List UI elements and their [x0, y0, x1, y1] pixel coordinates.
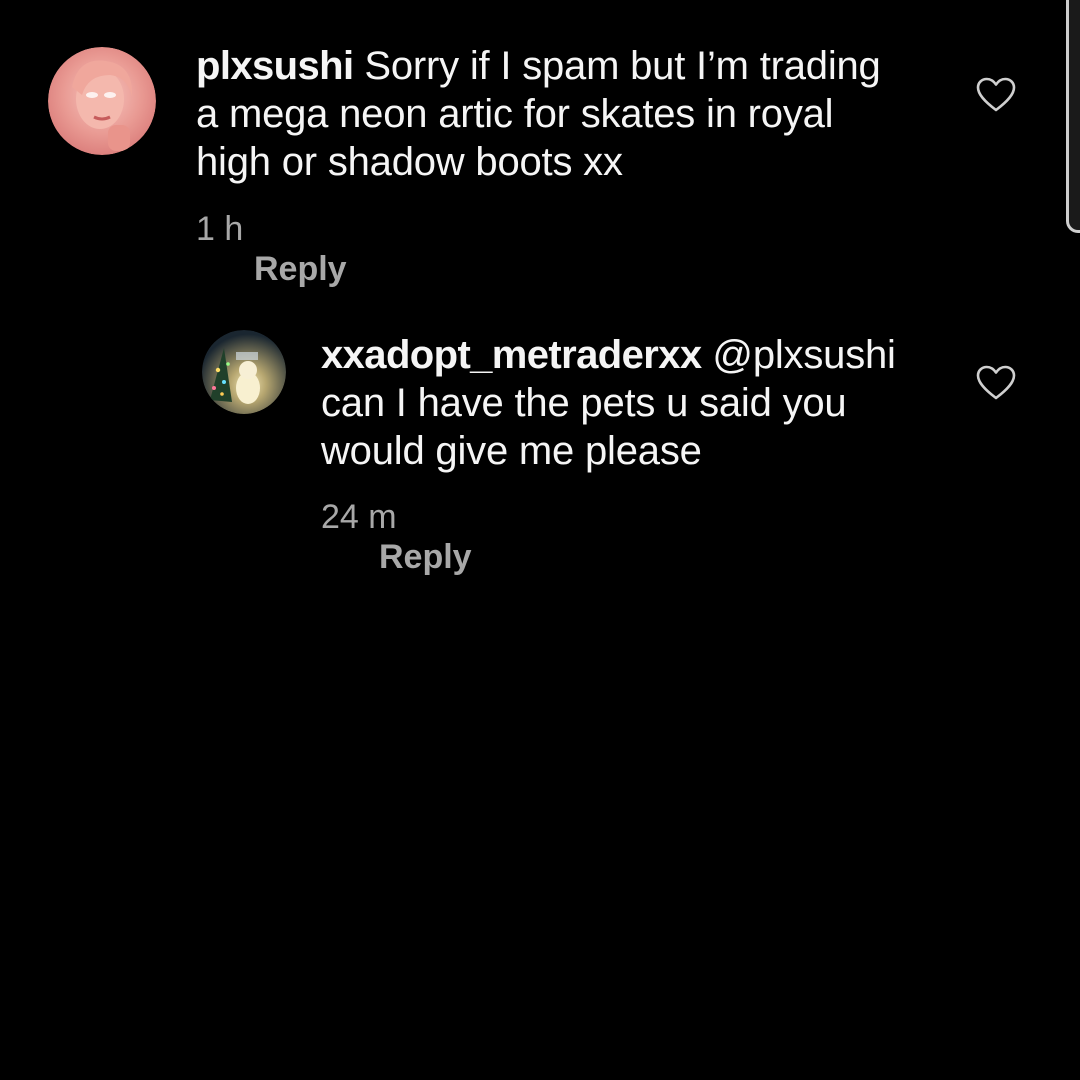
- avatar[interactable]: [48, 47, 156, 155]
- scrollbar[interactable]: [1066, 0, 1080, 233]
- reply-button[interactable]: Reply: [379, 538, 472, 576]
- avatar[interactable]: [202, 330, 286, 414]
- comment-text-line: would give me please: [321, 429, 702, 473]
- mention-link[interactable]: @plxsushi: [712, 333, 896, 377]
- username[interactable]: xxadopt_metraderxx: [321, 333, 702, 377]
- username[interactable]: plxsushi: [196, 44, 354, 88]
- comment-text: xxadopt_metraderxx @plxsushi can I have …: [321, 331, 961, 475]
- comment-text-line: can I have the pets u said you: [321, 381, 847, 425]
- comment-text: plxsushi Sorry if I spam but I’m trading…: [196, 42, 956, 186]
- comment-meta: 1 h Reply: [196, 209, 347, 289]
- reply-button[interactable]: Reply: [254, 250, 347, 288]
- comment-text-line: high or shadow boots xx: [196, 140, 623, 184]
- comment-meta: 24 m Reply: [321, 497, 472, 577]
- comment-text-line: Sorry if I spam but I’m trading: [364, 44, 881, 88]
- timestamp: 24 m: [321, 498, 397, 536]
- heart-icon[interactable]: [976, 365, 1016, 401]
- comment-text-line: a mega neon artic for skates in royal: [196, 92, 834, 136]
- heart-icon[interactable]: [976, 77, 1016, 113]
- timestamp: 1 h: [196, 210, 244, 248]
